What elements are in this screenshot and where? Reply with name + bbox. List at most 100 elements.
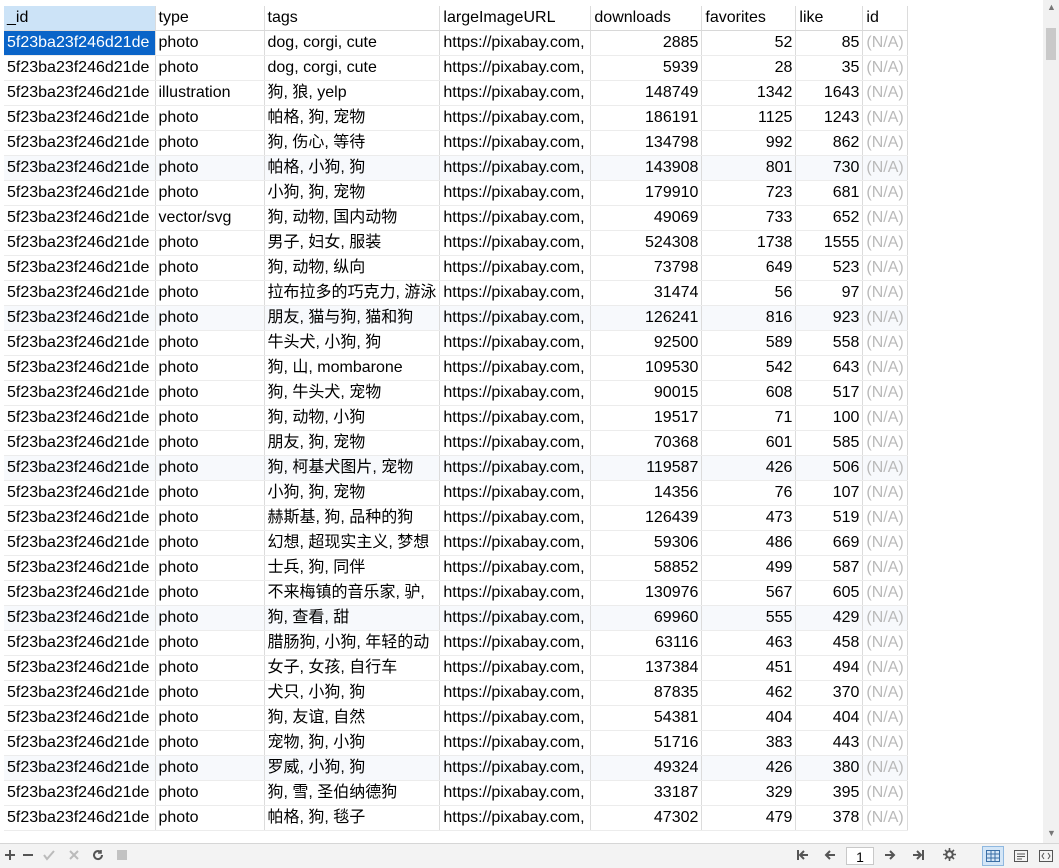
grid-cell[interactable]: 558 bbox=[795, 330, 864, 356]
table-row[interactable]: 5f23ba23f246d21de photo 狗, 柯基犬图片, 宠物 https:… bbox=[4, 455, 909, 481]
grid-cell[interactable]: 148749 bbox=[590, 80, 703, 106]
grid-cell[interactable]: (N/A) bbox=[862, 805, 909, 831]
column-header-downloads[interactable]: downloads bbox=[590, 6, 703, 31]
grid-cell[interactable]: photo bbox=[155, 705, 265, 731]
grid-cell[interactable]: photo bbox=[155, 305, 265, 331]
grid-cell[interactable]: https://pixabay.com, bbox=[439, 130, 592, 156]
grid-cell[interactable]: https://pixabay.com, bbox=[439, 530, 592, 556]
page-number-input[interactable]: 1 bbox=[846, 847, 874, 865]
settings-icon[interactable] bbox=[941, 846, 957, 866]
grid-cell[interactable]: photo bbox=[155, 655, 265, 681]
grid-cell[interactable]: (N/A) bbox=[862, 280, 909, 306]
grid-cell[interactable]: 罗威, 小狗, 狗 bbox=[264, 755, 441, 781]
table-row[interactable]: 5f23ba23f246d21de photo 狗, 牛头犬, 宠物 https://… bbox=[4, 380, 909, 406]
table-row[interactable]: 5f23ba23f246d21de photo 帕格, 狗, 毯子 https://p… bbox=[4, 805, 909, 831]
grid-cell[interactable]: 730 bbox=[795, 155, 864, 181]
grid-cell[interactable]: 狗, 动物, 纵向 bbox=[264, 255, 441, 281]
grid-cell[interactable]: 395 bbox=[795, 780, 864, 806]
grid-cell[interactable]: (N/A) bbox=[862, 405, 909, 431]
table-row[interactable]: 5f23ba23f246d21de photo 宠物, 狗, 小狗 https://p… bbox=[4, 730, 909, 756]
grid-cell[interactable]: 506 bbox=[795, 455, 864, 481]
form-view-icon[interactable] bbox=[1010, 846, 1032, 866]
grid-cell[interactable]: (N/A) bbox=[862, 780, 909, 806]
grid-cell[interactable]: https://pixabay.com, bbox=[439, 430, 592, 456]
table-row[interactable]: 5f23ba23f246d21de vector/svg 狗, 动物, 国内动物 ht… bbox=[4, 205, 909, 231]
grid-cell[interactable]: (N/A) bbox=[862, 680, 909, 706]
grid-cell[interactable]: 腊肠狗, 小狗, 年轻的动 bbox=[264, 630, 441, 656]
grid-cell[interactable]: 71 bbox=[701, 405, 797, 431]
grid-cell[interactable]: 329 bbox=[701, 780, 797, 806]
grid-cell[interactable]: 87835 bbox=[590, 680, 703, 706]
grid-cell[interactable]: 5f23ba23f246d21de bbox=[4, 705, 156, 731]
grid-cell[interactable]: photo bbox=[155, 180, 265, 206]
grid-cell[interactable]: https://pixabay.com, bbox=[439, 580, 592, 606]
grid-cell[interactable]: (N/A) bbox=[862, 105, 909, 131]
grid-cell[interactable]: photo bbox=[155, 405, 265, 431]
grid-cell[interactable]: (N/A) bbox=[862, 605, 909, 631]
grid-cell[interactable]: https://pixabay.com, bbox=[439, 555, 592, 581]
grid-cell[interactable]: 451 bbox=[701, 655, 797, 681]
grid-cell[interactable]: 585 bbox=[795, 430, 864, 456]
grid-cell[interactable]: 5f23ba23f246d21de bbox=[4, 80, 156, 106]
grid-cell[interactable]: 601 bbox=[701, 430, 797, 456]
grid-cell[interactable]: 19517 bbox=[590, 405, 703, 431]
grid-cell[interactable]: photo bbox=[155, 230, 265, 256]
grid-cell[interactable]: 426 bbox=[701, 455, 797, 481]
grid-cell[interactable]: illustration bbox=[155, 80, 265, 106]
grid-cell[interactable]: 426 bbox=[701, 755, 797, 781]
grid-cell[interactable]: 狗, 牛头犬, 宠物 bbox=[264, 380, 441, 406]
grid-cell[interactable]: 5f23ba23f246d21de bbox=[4, 605, 156, 631]
grid-cell[interactable]: https://pixabay.com, bbox=[439, 505, 592, 531]
table-row[interactable]: 5f23ba23f246d21de photo 朋友, 狗, 宠物 https://p… bbox=[4, 430, 909, 456]
table-row[interactable]: 5f23ba23f246d21de photo 狗, 伤心, 等待 https://p… bbox=[4, 130, 909, 156]
grid-cell[interactable]: 649 bbox=[701, 255, 797, 281]
column-header-id[interactable]: id bbox=[862, 6, 909, 31]
grid-cell[interactable]: photo bbox=[155, 455, 265, 481]
grid-cell[interactable]: (N/A) bbox=[862, 180, 909, 206]
column-header-favorites[interactable]: favorites bbox=[701, 6, 797, 31]
grid-cell[interactable]: 463 bbox=[701, 630, 797, 656]
grid-cell[interactable]: 狗, 动物, 国内动物 bbox=[264, 205, 441, 231]
grid-cell[interactable]: 狗, 伤心, 等待 bbox=[264, 130, 441, 156]
remove-icon[interactable] bbox=[20, 846, 36, 866]
grid-cell[interactable]: 723 bbox=[701, 180, 797, 206]
grid-cell[interactable]: 狗, 查看, 甜 bbox=[264, 605, 441, 631]
grid-cell[interactable]: 92500 bbox=[590, 330, 703, 356]
table-row[interactable]: 5f23ba23f246d21de photo 赫斯基, 狗, 品种的狗 https:… bbox=[4, 505, 909, 531]
grid-cell[interactable]: 733 bbox=[701, 205, 797, 231]
grid-cell[interactable]: https://pixabay.com, bbox=[439, 780, 592, 806]
grid-cell[interactable]: (N/A) bbox=[862, 305, 909, 331]
grid-cell[interactable]: dog, corgi, cute bbox=[264, 55, 441, 81]
grid-cell[interactable]: photo bbox=[155, 155, 265, 181]
grid-cell[interactable]: 5f23ba23f246d21de bbox=[4, 680, 156, 706]
grid-cell[interactable]: https://pixabay.com, bbox=[439, 180, 592, 206]
table-row[interactable]: 5f23ba23f246d21de photo 幻想, 超现实主义, 梦想 https… bbox=[4, 530, 909, 556]
grid-cell[interactable]: (N/A) bbox=[862, 755, 909, 781]
grid-cell[interactable]: 119587 bbox=[590, 455, 703, 481]
grid-cell[interactable]: 605 bbox=[795, 580, 864, 606]
grid-cell[interactable]: (N/A) bbox=[862, 530, 909, 556]
grid-cell[interactable]: https://pixabay.com, bbox=[439, 330, 592, 356]
text-view-icon[interactable] bbox=[1036, 846, 1056, 866]
grid-cell[interactable]: 923 bbox=[795, 305, 864, 331]
table-row[interactable]: 5f23ba23f246d21de illustration 狗, 狼, yelp h… bbox=[4, 80, 909, 106]
grid-cell[interactable]: 5f23ba23f246d21de bbox=[4, 380, 156, 406]
grid-cell[interactable]: 赫斯基, 狗, 品种的狗 bbox=[264, 505, 441, 531]
grid-cell[interactable]: (N/A) bbox=[862, 555, 909, 581]
grid-cell[interactable]: 109530 bbox=[590, 355, 703, 381]
grid-cell[interactable]: https://pixabay.com, bbox=[439, 755, 592, 781]
grid-cell[interactable]: 男子, 妇女, 服装 bbox=[264, 230, 441, 256]
grid-cell[interactable]: 370 bbox=[795, 680, 864, 706]
grid-cell[interactable]: 5f23ba23f246d21de bbox=[4, 730, 156, 756]
grid-cell[interactable]: 5f23ba23f246d21de bbox=[4, 780, 156, 806]
grid-cell[interactable]: 608 bbox=[701, 380, 797, 406]
column-header-type[interactable]: type bbox=[155, 6, 265, 31]
grid-cell[interactable]: 女子, 女孩, 自行车 bbox=[264, 655, 441, 681]
grid-cell[interactable]: 不来梅镇的音乐家, 驴, bbox=[264, 580, 441, 606]
grid-cell[interactable]: photo bbox=[155, 780, 265, 806]
grid-cell[interactable]: 404 bbox=[701, 705, 797, 731]
grid-cell[interactable]: 47302 bbox=[590, 805, 703, 831]
grid-cell[interactable]: https://pixabay.com, bbox=[439, 455, 592, 481]
grid-cell[interactable]: 69960 bbox=[590, 605, 703, 631]
grid-cell[interactable]: 士兵, 狗, 同伴 bbox=[264, 555, 441, 581]
